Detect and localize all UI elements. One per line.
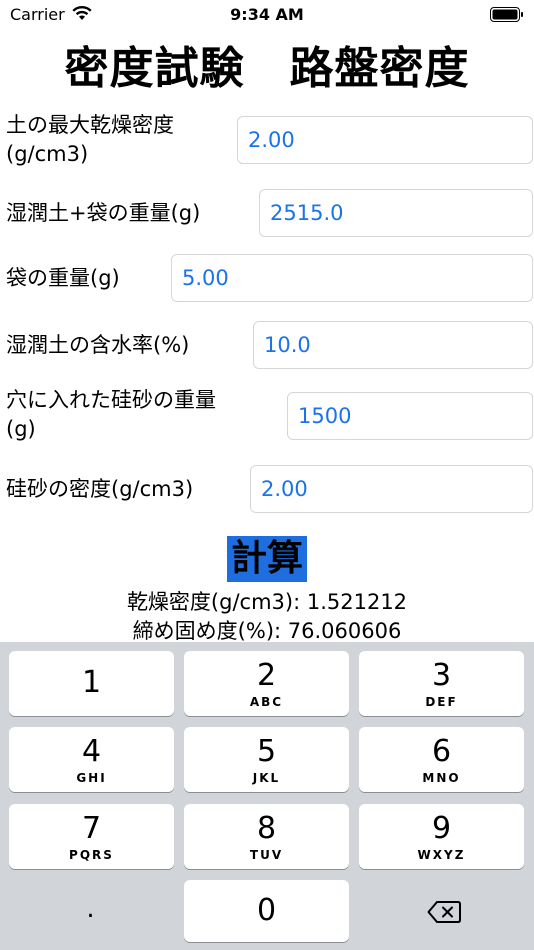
key-digit: 4 [81, 734, 102, 769]
battery-full-icon [490, 7, 523, 22]
max-dry-density-field[interactable]: 2.00 [237, 116, 533, 164]
status-time: 9:34 AM [230, 5, 304, 24]
moisture-content-label: 湿潤土の含水率(%) [6, 333, 190, 357]
key-letters: ABC [249, 695, 284, 709]
key-letters: DEF [425, 695, 458, 709]
key-4[interactable]: 4 GHI [9, 727, 174, 792]
key-digit: 9 [431, 811, 452, 846]
wet-soil-bag-weight-field[interactable]: 2515.0 [259, 189, 533, 237]
decimal-point-key[interactable]: . [8, 880, 173, 942]
key-letters: WXYZ [417, 848, 466, 862]
key-2[interactable]: 2 ABC [184, 651, 349, 716]
field-value: 10.0 [264, 333, 311, 357]
label-line: 穴に入れた硅砂の重量 [6, 388, 216, 412]
key-7[interactable]: 7 PQRS [9, 804, 174, 869]
key-9[interactable]: 9 WXYZ [359, 804, 524, 869]
key-5[interactable]: 5 JKL [184, 727, 349, 792]
label-line: 土の最大乾燥密度 [6, 113, 174, 137]
field-value: 2515.0 [270, 201, 344, 225]
label-line: (g) [6, 417, 36, 441]
key-digit: 3 [431, 658, 452, 693]
silica-sand-weight-field[interactable]: 1500 [287, 392, 533, 440]
key-letters: MNO [422, 771, 461, 785]
key-letters: PQRS [69, 848, 114, 862]
field-value: 5.00 [182, 266, 229, 290]
compaction-result: 締め固め度(%): 76.060606 [132, 619, 402, 643]
delete-backward-icon [427, 901, 461, 923]
moisture-content-field[interactable]: 10.0 [253, 321, 533, 369]
key-0[interactable]: 0 [184, 880, 349, 942]
key-letters: TUV [249, 848, 284, 862]
key-digit: 5 [256, 734, 277, 769]
key-digit: 7 [81, 811, 102, 846]
field-value: 2.00 [261, 477, 308, 501]
page-title: 密度試験 路盤密度 [64, 43, 470, 94]
field-value: 1500 [298, 404, 352, 428]
silica-sand-density-field[interactable]: 2.00 [250, 465, 533, 513]
bag-weight-label: 袋の重量(g) [6, 266, 120, 290]
key-8[interactable]: 8 TUV [184, 804, 349, 869]
silica-sand-weight-label: 穴に入れた硅砂の重量 (g) [6, 386, 216, 444]
delete-key[interactable] [359, 880, 525, 942]
wet-soil-bag-weight-label: 湿潤土+袋の重量(g) [6, 201, 201, 225]
key-letters: GHI [76, 771, 107, 785]
dry-density-result: 乾燥密度(g/cm3): 1.521212 [126, 590, 408, 614]
key-digit: 6 [431, 734, 452, 769]
field-value: 2.00 [248, 128, 295, 152]
key-digit: 0 [256, 893, 277, 928]
calculate-button[interactable]: 計算 [227, 536, 307, 582]
calculate-label: 計算 [230, 538, 303, 579]
key-6[interactable]: 6 MNO [359, 727, 524, 792]
key-3[interactable]: 3 DEF [359, 651, 524, 716]
decimal-point-label: . [86, 894, 95, 924]
status-bar: Carrier 9:34 AM [0, 0, 534, 30]
silica-sand-density-label: 硅砂の密度(g/cm3) [6, 477, 194, 501]
label-line: (g/cm3) [6, 142, 89, 166]
key-digit: 8 [256, 811, 277, 846]
numeric-keypad: 1 2 ABC 3 DEF 4 GHI 5 JKL 6 MNO 7 PQRS 8… [0, 642, 534, 950]
key-1[interactable]: 1 [9, 651, 174, 716]
max-dry-density-label: 土の最大乾燥密度 (g/cm3) [6, 111, 174, 169]
key-digit: 2 [256, 658, 277, 693]
key-digit: 1 [81, 665, 102, 700]
bag-weight-field[interactable]: 5.00 [171, 254, 533, 302]
key-letters: JKL [252, 771, 281, 785]
